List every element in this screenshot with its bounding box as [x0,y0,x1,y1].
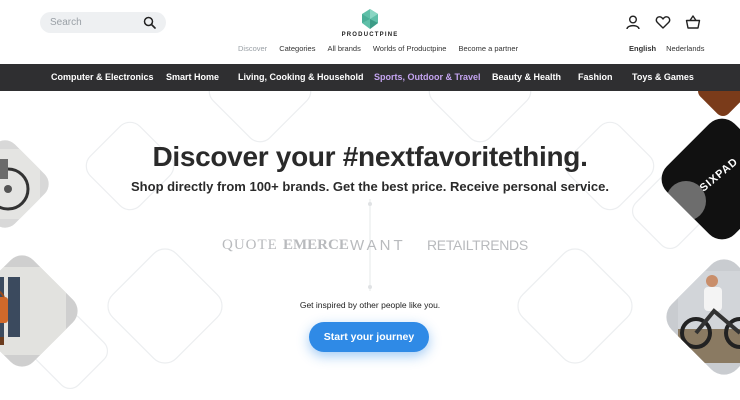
category-bar: Computer & Electronics Smart Home Living… [0,64,740,91]
inspire-text: Get inspired by other people like you. [299,300,441,310]
pine-logo-icon [362,9,378,29]
logo-wordmark: PRODUCTPINE [341,32,399,38]
account-icon[interactable] [625,14,641,30]
category-living-cooking-household[interactable]: Living, Cooking & Household [238,72,364,82]
top-nav: Discover Categories All brands Worlds of… [238,44,518,53]
productpine-logo[interactable]: PRODUCTPINE [334,8,406,40]
press-logo-emerce: EMERCE [283,237,349,253]
search-input[interactable] [50,15,140,30]
site-header: PRODUCTPINE Discover Categories All bran… [0,0,740,64]
press-logo-want: WANT [350,237,406,254]
lang-english[interactable]: English [629,44,656,53]
basket-icon[interactable] [685,14,701,30]
nav-discover[interactable]: Discover [238,44,267,53]
heart-icon[interactable] [655,14,671,30]
start-journey-button[interactable]: Start your journey [309,322,429,352]
nav-categories[interactable]: Categories [279,44,315,53]
category-smart-home[interactable]: Smart Home [166,72,219,82]
nav-worlds[interactable]: Worlds of Productpine [373,44,447,53]
nav-become-partner[interactable]: Become a partner [458,44,518,53]
hero-headline: Discover your #nextfavoritething. [152,141,588,172]
press-logo-retailtrends: RETAILTRENDS [427,237,528,253]
language-switcher: English Nederlands [629,44,704,53]
category-beauty-health[interactable]: Beauty & Health [492,72,561,82]
hero-section: SIXPAD Discover your #nextfavoritething.… [0,91,740,400]
category-computer-electronics[interactable]: Computer & Electronics [51,72,154,82]
category-fashion[interactable]: Fashion [578,72,613,82]
category-sports-outdoor-travel[interactable]: Sports, Outdoor & Travel [374,72,481,82]
category-toys-games[interactable]: Toys & Games [632,72,694,82]
lang-nederlands[interactable]: Nederlands [666,44,704,53]
nav-all-brands[interactable]: All brands [327,44,360,53]
header-icons [625,14,701,30]
hero-subline: Shop directly from 100+ brands. Get the … [131,179,609,194]
search-bar[interactable] [40,12,166,33]
search-icon[interactable] [143,16,156,29]
press-logo-quote: QUOTE [222,237,278,253]
